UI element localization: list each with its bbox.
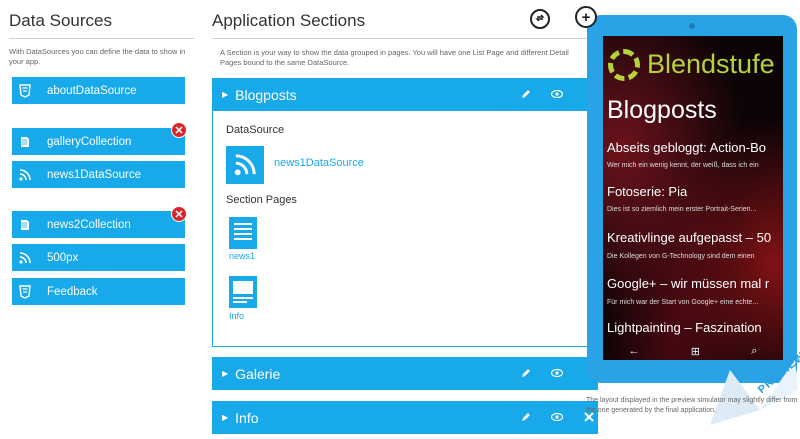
- preview-eye-icon[interactable]: [550, 410, 564, 424]
- app-sections-title: Application Sections: [212, 11, 366, 30]
- phone-preview: Blendstufe Blogposts Abseits gebloggt: A…: [587, 15, 797, 383]
- preview-eye-icon[interactable]: [550, 87, 564, 101]
- datasource-item-500px[interactable]: 500px: [12, 244, 185, 271]
- datasource-item-feedback[interactable]: Feedback: [12, 278, 185, 305]
- back-icon[interactable]: ←: [629, 345, 640, 357]
- section-header-galerie[interactable]: ▶ Galerie: [212, 357, 598, 390]
- rss-icon: [12, 244, 38, 271]
- windows-start-icon[interactable]: ⊞: [691, 345, 700, 358]
- refresh-icon: [535, 12, 545, 26]
- post-title[interactable]: Fotoserie: Pia: [607, 184, 687, 199]
- rss-icon: [12, 161, 38, 188]
- list-page-icon[interactable]: [229, 217, 257, 249]
- data-sources-description: With DataSources you can define the data…: [9, 47, 186, 66]
- rss-icon[interactable]: [226, 146, 264, 184]
- post-snippet: Für mich war der Start von Google+ eine …: [607, 299, 759, 306]
- phone-section-title: Blogposts: [607, 96, 717, 124]
- detail-page-icon[interactable]: [229, 276, 257, 308]
- expand-caret-icon[interactable]: ▶: [222, 369, 228, 378]
- expand-caret-icon[interactable]: ▶: [222, 413, 228, 422]
- datasource-label: 500px: [47, 251, 79, 264]
- section-header-blogposts[interactable]: ▶ Blogposts: [212, 78, 598, 111]
- section-label: Blogposts: [235, 86, 297, 103]
- post-title[interactable]: Kreativlinge aufgepasst – 50: [607, 230, 771, 245]
- delete-datasource-button[interactable]: ✕: [171, 122, 187, 138]
- datasource-label: news2Collection: [47, 218, 131, 231]
- divider: [212, 38, 592, 39]
- camera-icon: [689, 23, 695, 29]
- datasource-item-news2[interactable]: news2Collection: [12, 211, 185, 238]
- edit-icon[interactable]: [518, 366, 532, 380]
- html5-icon: [12, 278, 38, 305]
- post-title[interactable]: Lightpainting – Faszination: [607, 320, 762, 335]
- post-title[interactable]: Google+ – wir müssen mal r: [607, 276, 769, 291]
- collection-icon: [12, 211, 38, 238]
- datasource-item-about[interactable]: aboutDataSource: [12, 77, 185, 104]
- post-snippet: Dies ist so ziemlich mein erster Portrai…: [607, 206, 757, 213]
- expand-caret-icon[interactable]: ▶: [222, 90, 228, 99]
- section-header-info[interactable]: ▶ Info: [212, 401, 598, 434]
- simulator-note: The layout displayed in the preview simu…: [586, 397, 798, 414]
- section-label: Galerie: [235, 365, 281, 382]
- app-logo-text: Blendstufe: [647, 49, 775, 79]
- datasource-item-gallery[interactable]: galleryCollection: [12, 128, 185, 155]
- bound-datasource-link[interactable]: news1DataSource: [274, 157, 364, 169]
- datasource-item-news1[interactable]: news1DataSource: [12, 161, 185, 188]
- delete-datasource-button[interactable]: ✕: [171, 206, 187, 222]
- data-sources-title: Data Sources: [9, 11, 112, 30]
- post-snippet: Wer mich ein wenig kennt, der weiß, dass…: [607, 162, 759, 169]
- phone-screen: Blendstufe Blogposts Abseits gebloggt: A…: [603, 36, 783, 360]
- post-snippet: Die Kollegen von G-Technology sind dem e…: [607, 253, 755, 260]
- collection-icon: [12, 128, 38, 155]
- app-sections-description: A Section is your way to show the data g…: [220, 48, 569, 67]
- app-studio-page: Data Sources With DataSources you can de…: [0, 0, 800, 439]
- datasource-label: aboutDataSource: [47, 84, 137, 97]
- datasource-label: galleryCollection: [47, 135, 132, 148]
- plus-icon: +: [581, 8, 591, 26]
- add-section-button[interactable]: +: [575, 6, 597, 28]
- datasource-label: Feedback: [47, 285, 98, 298]
- refresh-button[interactable]: [530, 9, 550, 29]
- divider: [9, 38, 194, 39]
- section-pages-heading: Section Pages: [226, 194, 297, 206]
- logo-icon: [608, 49, 640, 81]
- datasource-label: news1DataSource: [47, 168, 141, 181]
- datasource-heading: DataSource: [226, 124, 285, 136]
- section-label: Info: [235, 409, 259, 426]
- html5-icon: [12, 77, 38, 104]
- edit-icon[interactable]: [518, 410, 532, 424]
- section-body-blogposts: DataSource news1DataSource Section Pages…: [212, 111, 598, 347]
- post-title[interactable]: Abseits gebloggt: Action-Bo: [607, 140, 766, 155]
- page-label[interactable]: news1: [229, 251, 255, 261]
- page-label[interactable]: Info: [229, 311, 244, 321]
- edit-icon[interactable]: [518, 87, 532, 101]
- preview-eye-icon[interactable]: [550, 366, 564, 380]
